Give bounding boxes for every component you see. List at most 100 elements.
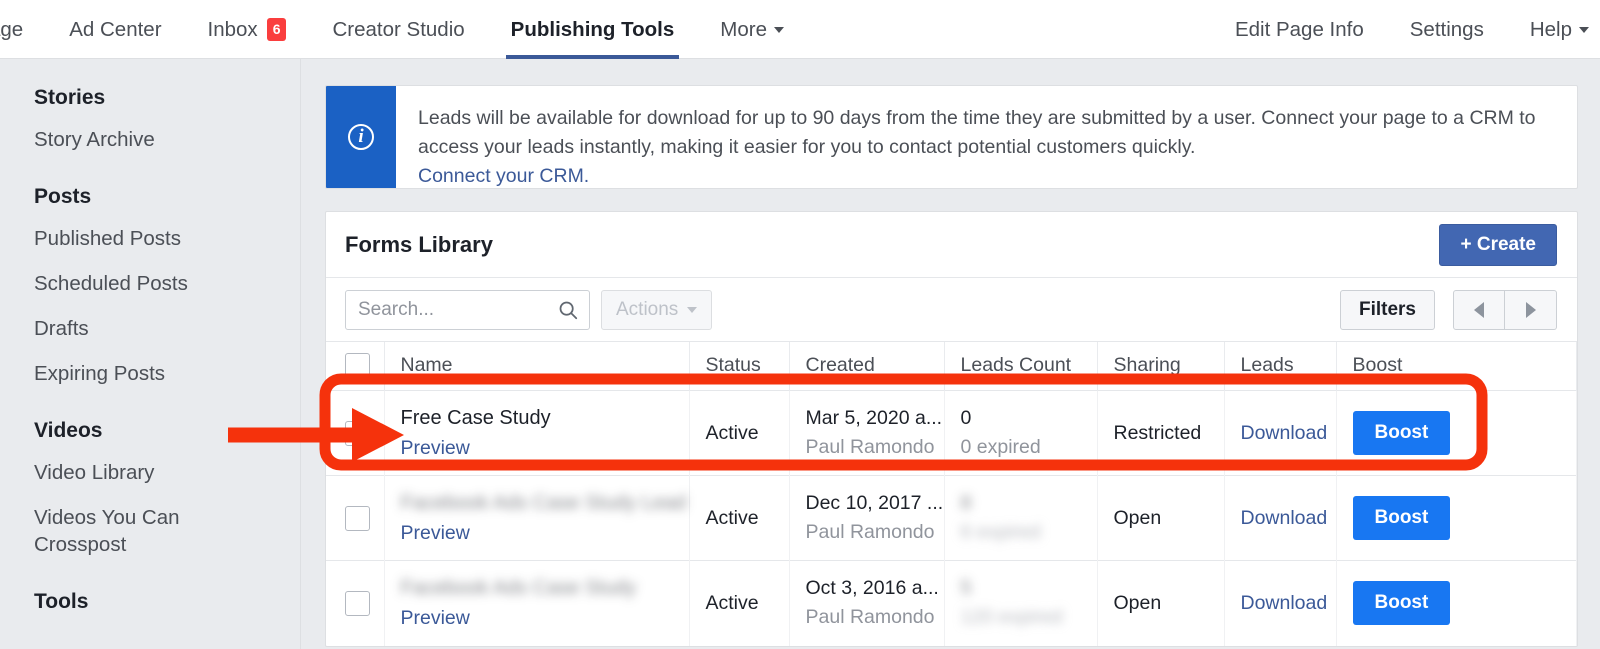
nav-item-label: age bbox=[0, 17, 24, 41]
select-all-checkbox[interactable] bbox=[345, 353, 370, 378]
banner-body: Leads will be available for download for… bbox=[396, 86, 1577, 188]
pagination-controls bbox=[1453, 289, 1557, 330]
forms-library-toolbar: Actions Filters bbox=[326, 278, 1577, 342]
sidebar-item-video-library[interactable]: Video Library bbox=[0, 450, 300, 495]
sidebar-item-expiring-posts[interactable]: Expiring Posts bbox=[0, 351, 300, 396]
nav-item-label: Ad Center bbox=[69, 17, 162, 41]
create-form-button[interactable]: + Create bbox=[1439, 223, 1557, 266]
nav-item-label: Help bbox=[1529, 17, 1572, 41]
created-by: Paul Ramondo bbox=[805, 521, 935, 543]
table-row[interactable]: Free Case Study Preview Active Mar 5, 20… bbox=[326, 390, 1577, 476]
created-by: Paul Ramondo bbox=[805, 606, 935, 629]
banner-text: Leads will be available for download for… bbox=[418, 107, 1536, 158]
info-icon: i bbox=[348, 124, 374, 150]
info-icon-column: i bbox=[326, 86, 396, 188]
form-name: Free Case Study bbox=[400, 406, 551, 429]
chevron-left-icon bbox=[1474, 301, 1484, 318]
facebook-publishing-tools-page: age Ad Center Inbox 6 Creator Studio Pub… bbox=[0, 0, 1600, 649]
preview-link[interactable]: Preview bbox=[401, 522, 689, 545]
row-name-cell: Facebook Ads Case Study Lead Preview bbox=[384, 475, 690, 561]
forms-library-header: Forms Library + Create bbox=[326, 212, 1577, 278]
search-box[interactable] bbox=[345, 289, 590, 330]
column-header-created[interactable]: Created bbox=[789, 342, 945, 391]
download-link[interactable]: Download bbox=[1241, 422, 1328, 444]
pagination-next-button[interactable] bbox=[1505, 289, 1557, 330]
row-leads-count-cell: 0 0 expired bbox=[944, 390, 1098, 476]
actions-dropdown-label: Actions bbox=[616, 298, 679, 320]
download-link[interactable]: Download bbox=[1241, 507, 1328, 529]
column-header-leads-count[interactable]: Leads Count bbox=[944, 342, 1098, 391]
search-input[interactable] bbox=[356, 297, 555, 322]
nav-item-page[interactable]: age bbox=[0, 0, 46, 59]
filters-button[interactable]: Filters bbox=[1339, 289, 1435, 330]
chevron-down-icon bbox=[687, 306, 698, 313]
column-header-name[interactable]: Name bbox=[384, 342, 690, 391]
row-leads-cell: Download bbox=[1224, 560, 1337, 646]
nav-item-label: Inbox bbox=[207, 17, 258, 41]
actions-dropdown[interactable]: Actions bbox=[601, 289, 713, 330]
forms-table-body: Free Case Study Preview Active Mar 5, 20… bbox=[326, 390, 1577, 646]
column-header-boost[interactable]: Boost bbox=[1336, 342, 1577, 391]
left-sidebar: Stories Story Archive Posts Published Po… bbox=[0, 59, 300, 649]
row-checkbox[interactable] bbox=[345, 590, 370, 616]
nav-item-settings[interactable]: Settings bbox=[1387, 0, 1507, 59]
row-status-cell: Active bbox=[689, 390, 790, 476]
sidebar-group-videos: Videos bbox=[34, 419, 103, 443]
sidebar-item-drafts[interactable]: Drafts bbox=[0, 306, 300, 351]
nav-item-edit-page-info[interactable]: Edit Page Info bbox=[1212, 0, 1387, 59]
form-name-redacted: Facebook Ads Case Study Lead bbox=[400, 491, 687, 514]
row-checkbox[interactable] bbox=[345, 420, 370, 446]
select-all-header bbox=[326, 342, 385, 391]
chevron-down-icon bbox=[1579, 26, 1589, 33]
chevron-right-icon bbox=[1525, 301, 1536, 318]
row-select-cell bbox=[326, 390, 385, 476]
nav-item-help[interactable]: Help bbox=[1507, 0, 1600, 59]
table-header-row: Name Status Created Leads Count Sharing … bbox=[326, 342, 1577, 391]
sidebar-item-scheduled-posts[interactable]: Scheduled Posts bbox=[0, 261, 300, 306]
nav-item-more[interactable]: More bbox=[697, 0, 807, 59]
nav-item-label: Edit Page Info bbox=[1234, 17, 1364, 41]
column-header-leads[interactable]: Leads bbox=[1224, 342, 1337, 391]
column-header-sharing[interactable]: Sharing bbox=[1097, 342, 1225, 391]
row-created-cell: Mar 5, 2020 a... Paul Ramondo bbox=[789, 390, 945, 476]
preview-link[interactable]: Preview bbox=[401, 607, 689, 630]
connect-your-crm-link[interactable]: Connect your CRM. bbox=[418, 162, 1553, 188]
row-created-cell: Oct 3, 2016 a... Paul Ramondo bbox=[789, 560, 945, 646]
sidebar-item-story-archive[interactable]: Story Archive bbox=[0, 117, 300, 162]
preview-link[interactable]: Preview bbox=[401, 437, 689, 460]
row-sharing-cell: Open bbox=[1097, 475, 1225, 561]
leads-count-redacted: 8 bbox=[960, 492, 972, 514]
created-date: Dec 10, 2017 ... bbox=[805, 492, 944, 514]
nav-item-ad-center[interactable]: Ad Center bbox=[46, 0, 184, 59]
row-sharing-cell: Open bbox=[1097, 560, 1225, 646]
leads-count-redacted: 5 bbox=[960, 577, 972, 600]
row-leads-count-cell: 8 6 expired bbox=[944, 475, 1098, 561]
pagination-previous-button[interactable] bbox=[1453, 289, 1505, 330]
table-row[interactable]: Facebook Ads Case Study Lead Preview Act… bbox=[326, 475, 1577, 561]
leads-expired-redacted: 120 expired bbox=[960, 606, 1063, 629]
nav-item-publishing-tools[interactable]: Publishing Tools bbox=[488, 0, 698, 59]
row-checkbox[interactable] bbox=[345, 505, 370, 531]
nav-item-inbox[interactable]: Inbox 6 bbox=[185, 0, 310, 59]
table-row[interactable]: Facebook Ads Case Study Preview Active O… bbox=[326, 560, 1577, 646]
sidebar-group-stories: Stories bbox=[34, 86, 106, 109]
nav-item-label: Settings bbox=[1409, 17, 1484, 41]
row-boost-cell: Boost bbox=[1336, 390, 1577, 476]
sidebar-group-tools: Tools bbox=[34, 590, 89, 614]
nav-item-label: More bbox=[720, 17, 768, 41]
row-status-cell: Active bbox=[689, 560, 790, 646]
boost-button[interactable]: Boost bbox=[1352, 581, 1451, 626]
nav-item-creator-studio[interactable]: Creator Studio bbox=[309, 0, 487, 59]
sidebar-group-posts: Posts bbox=[34, 185, 92, 209]
row-leads-cell: Download bbox=[1224, 475, 1337, 561]
leads-expired-value: 6 expired bbox=[961, 521, 1097, 544]
top-nav-right-group: Edit Page Info Settings Help bbox=[1212, 0, 1600, 59]
boost-button[interactable]: Boost bbox=[1352, 496, 1451, 540]
download-link[interactable]: Download bbox=[1241, 592, 1328, 614]
boost-button[interactable]: Boost bbox=[1352, 411, 1451, 455]
row-boost-cell: Boost bbox=[1336, 560, 1577, 646]
sidebar-item-videos-you-can-crosspost[interactable]: Videos You Can Crosspost bbox=[0, 495, 233, 567]
sidebar-item-published-posts[interactable]: Published Posts bbox=[0, 216, 300, 261]
column-header-status[interactable]: Status bbox=[689, 342, 790, 391]
leads-count-value: 0 bbox=[960, 407, 972, 429]
